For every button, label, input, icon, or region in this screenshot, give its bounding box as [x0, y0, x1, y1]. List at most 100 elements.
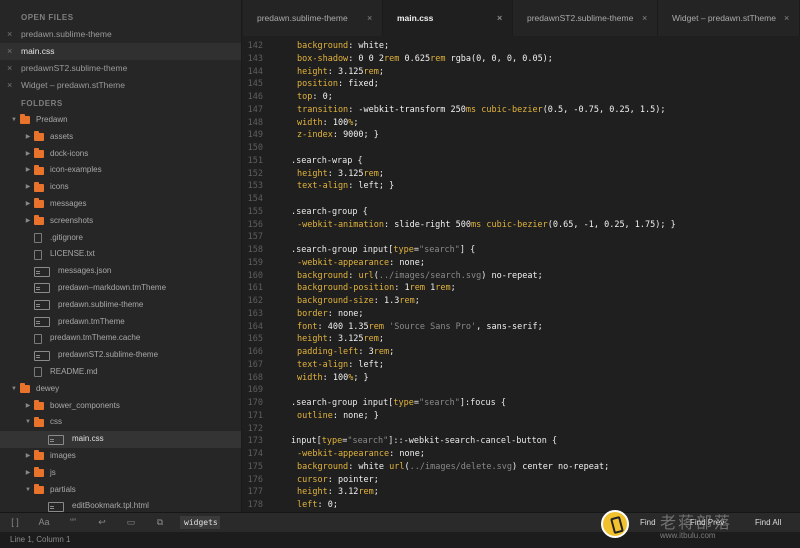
code-token: : 100	[322, 117, 349, 128]
watermark-url: www.itbulu.com	[660, 531, 716, 540]
code-line: 161 background-position: 1rem 1rem;	[243, 282, 800, 295]
find-all-button[interactable]: Find All	[755, 516, 781, 530]
code-line: 152 height: 3.125rem;	[243, 168, 800, 181]
code-content: height: 3.125rem;	[277, 168, 384, 181]
code-token: type	[321, 436, 343, 447]
code-content: transition: -webkit-transform 250ms cubi…	[277, 104, 666, 117]
find-input[interactable]: widgets	[180, 516, 220, 529]
code-content: .search-wrap {	[277, 155, 363, 168]
code-token: : 1.3	[373, 296, 400, 306]
code-content	[277, 384, 291, 397]
code-line: 165 height: 3.125rem;	[243, 333, 800, 346]
tree-folder[interactable]: ▶ js	[0, 465, 241, 482]
open-file-item[interactable]: × main.css	[0, 43, 241, 60]
code-token: ;	[353, 117, 359, 128]
tree-file[interactable]: main.css	[0, 431, 241, 448]
open-file-item[interactable]: × predawn.sublime-theme	[0, 26, 241, 43]
code-content: width: 100%; }	[277, 372, 369, 385]
tree-file[interactable]: predawnST2.sublime-theme	[0, 347, 241, 364]
code-token: box-shadow	[297, 53, 349, 64]
line-number: 142	[247, 41, 263, 51]
code-token: 'Source Sans Pro'	[389, 321, 477, 332]
code-line: 151 .search-wrap {	[243, 155, 800, 168]
tab[interactable]: predawn.sublime-theme ×	[243, 0, 383, 36]
tree-folder[interactable]: ▶ dock-icons	[0, 146, 241, 163]
code-token: cubic-bezier	[481, 104, 543, 115]
chevron-right-icon: ▶	[25, 200, 31, 207]
code-token: z-index	[297, 130, 333, 141]
code-line: 159 -webkit-appearance: none;	[243, 257, 800, 270]
tree-folder[interactable]: ▼ dewey	[0, 381, 241, 398]
code-token: left	[297, 500, 318, 510]
tree-file[interactable]: messages.json	[0, 263, 241, 280]
code-token: ) no-repeat;	[481, 270, 543, 281]
code-token: cursor	[297, 474, 328, 485]
close-icon[interactable]: ×	[367, 0, 372, 36]
tab-label: main.css	[397, 13, 434, 23]
in-selection-icon[interactable]: ▭	[125, 517, 137, 528]
folder-icon	[34, 198, 44, 209]
tab[interactable]: main.css ×	[383, 0, 513, 36]
code-line: 172	[243, 423, 800, 436]
code-token: rem	[384, 53, 400, 64]
code-token: : white	[348, 461, 390, 472]
line-number: 150	[247, 143, 263, 153]
tree-folder[interactable]: ▶ assets	[0, 129, 241, 146]
tree-file[interactable]: .gitignore	[0, 230, 241, 247]
code-token: : 400 1.35	[317, 321, 369, 332]
open-file-item[interactable]: × Widget – predawn.stTheme	[0, 77, 241, 94]
tree-file[interactable]: README.md	[0, 364, 241, 381]
code-editor[interactable]: 142 background: white; 143 box-shadow: 0 0 …	[243, 36, 800, 512]
code-token: background	[297, 461, 349, 472]
tab[interactable]: predawnST2.sublime-theme ×	[513, 0, 658, 36]
tree-file[interactable]: predawn.tmTheme.cache	[0, 330, 241, 347]
case-icon[interactable]: Aa	[38, 517, 50, 528]
close-icon[interactable]: ×	[7, 77, 12, 94]
tree-folder[interactable]: ▶ icons	[0, 179, 241, 196]
tree-folder[interactable]: ▶ images	[0, 448, 241, 465]
regex-icon[interactable]: [ ]	[9, 517, 21, 528]
code-token: position	[297, 79, 338, 90]
whole-word-icon[interactable]: “”	[67, 517, 79, 528]
line-number: 170	[247, 398, 263, 408]
close-icon[interactable]: ×	[497, 0, 502, 36]
code-token: ;	[378, 168, 385, 179]
close-icon[interactable]: ×	[784, 0, 789, 36]
open-file-item[interactable]: × predawnST2.sublime-theme	[0, 60, 241, 77]
tab[interactable]: Widget – predawn.stTheme ×	[658, 0, 800, 36]
code-token: .search-group input[	[291, 398, 394, 408]
line-number: 175	[247, 461, 263, 472]
close-icon[interactable]: ×	[7, 26, 12, 43]
code-content: cursor: pointer;	[277, 474, 379, 487]
tree-file[interactable]: editBookmark.tpl.html	[0, 498, 241, 512]
tree-folder[interactable]: ▼ css	[0, 414, 241, 431]
code-token: top	[297, 92, 313, 102]
tree-folder[interactable]: ▶ icon-examples	[0, 162, 241, 179]
tree-folder[interactable]: ▶ bower_components	[0, 398, 241, 415]
wrap-icon[interactable]: ↩	[96, 517, 108, 528]
code-line: 145 position: fixed;	[243, 78, 800, 91]
code-line: 169	[243, 384, 800, 397]
line-number: 152	[247, 168, 263, 179]
line-number: 158	[247, 245, 263, 255]
close-icon[interactable]: ×	[7, 60, 12, 77]
code-token: 1	[424, 283, 436, 294]
find-button[interactable]: Find	[640, 516, 656, 530]
tree-item-label: partials	[50, 484, 76, 494]
close-icon[interactable]: ×	[642, 0, 647, 36]
tree-file[interactable]: LICENSE.txt	[0, 246, 241, 263]
tree-folder[interactable]: ▼ Predawn	[0, 112, 241, 129]
highlight-icon[interactable]: ⧉	[154, 517, 166, 528]
tree-file[interactable]: predawn–markdown.tmTheme	[0, 280, 241, 297]
tree-file[interactable]: predawn.sublime-theme	[0, 297, 241, 314]
line-number: 154	[247, 194, 263, 204]
tree-folder[interactable]: ▼ partials	[0, 482, 241, 499]
line-number: 173	[247, 436, 263, 447]
code-token: -webkit-appearance	[297, 257, 390, 268]
close-icon[interactable]: ×	[7, 43, 12, 60]
tree-folder[interactable]: ▶ screenshots	[0, 213, 241, 230]
code-content: width: 100%;	[277, 117, 358, 130]
code-token: width	[297, 117, 323, 128]
tree-folder[interactable]: ▶ messages	[0, 196, 241, 213]
tree-file[interactable]: predawn.tmTheme	[0, 314, 241, 331]
